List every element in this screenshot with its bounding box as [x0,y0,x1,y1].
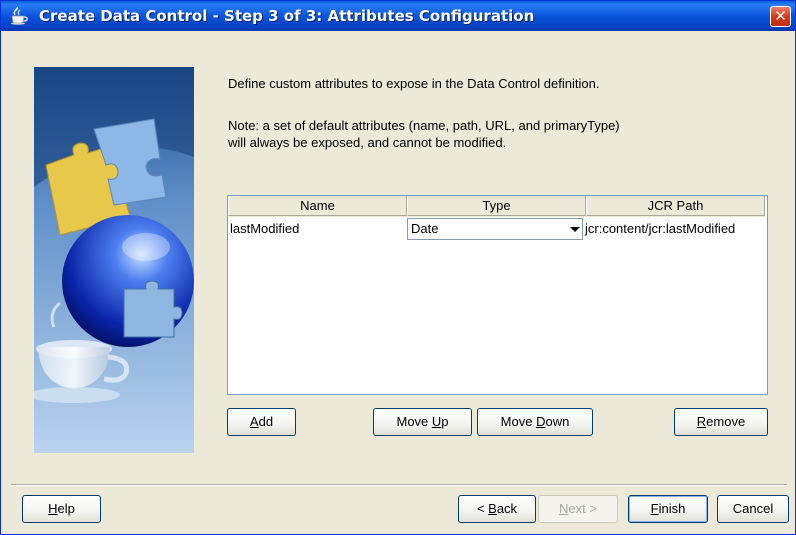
close-button[interactable]: ✕ [770,6,791,27]
remove-button[interactable]: Remove [674,408,768,436]
close-icon: ✕ [774,7,787,25]
table-header: Name Type JCR Path [228,196,765,217]
wizard-illustration [34,67,194,453]
cell-jcr-path[interactable]: jcr:content/jcr:lastModified [584,217,765,242]
title-bar[interactable]: Create Data Control - Step 3 of 3: Attri… [1,1,795,31]
column-header-jcr-path[interactable]: JCR Path [586,196,765,216]
description-text: Define custom attributes to expose in th… [228,76,600,91]
back-button[interactable]: < Back [458,495,536,523]
move-down-button[interactable]: Move Down [477,408,593,436]
help-button[interactable]: Help [22,495,101,523]
move-up-button[interactable]: Move Up [373,408,472,436]
cancel-button[interactable]: Cancel [717,495,789,523]
window-title: Create Data Control - Step 3 of 3: Attri… [39,7,535,25]
note-text-line2: will always be exposed, and cannot be mo… [228,135,507,150]
footer-separator [11,484,787,486]
column-header-name[interactable]: Name [228,196,407,216]
cell-name[interactable]: lastModified [228,217,407,242]
finish-button[interactable]: Finish [628,495,708,523]
coffee-cup-icon [9,6,29,25]
note-text-line1: Note: a set of default attributes (name,… [228,118,620,133]
chevron-down-icon[interactable] [570,227,580,232]
add-button[interactable]: Add [227,408,296,436]
attributes-table[interactable]: Name Type JCR Path lastModified Date jcr… [227,195,768,395]
column-header-type[interactable]: Type [407,196,586,216]
type-dropdown-value: Date [411,221,439,236]
table-row[interactable]: lastModified Date jcr:content/jcr:lastMo… [228,217,765,242]
type-dropdown[interactable]: Date [407,218,583,240]
dialog-window: Create Data Control - Step 3 of 3: Attri… [0,0,796,535]
next-button[interactable]: Next > [538,495,618,523]
